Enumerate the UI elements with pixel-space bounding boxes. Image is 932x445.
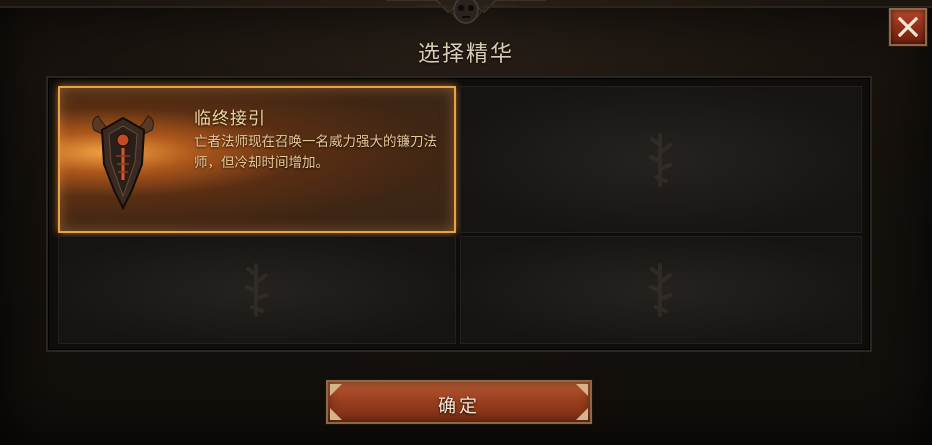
confirm-button[interactable]: 确定 (326, 380, 592, 424)
essence-description: 亡者法师现在召唤一名威力强大的镰刀法师，但冷却时间增加。 (194, 134, 437, 171)
essence-slot-empty[interactable] (58, 236, 456, 344)
essence-slot-empty[interactable] (460, 86, 862, 233)
dialog-title: 选择精华 (417, 42, 514, 67)
essence-grid: 临终接引 亡者法师现在召唤一名威力强大的镰刀法师，但冷却时间增加。 (46, 76, 872, 352)
empty-slot-rune-icon (649, 263, 672, 317)
close-button[interactable] (889, 8, 927, 46)
close-icon (898, 17, 918, 37)
skull-ornament-icon (386, 0, 546, 24)
essence-slot-empty[interactable] (460, 236, 862, 344)
essence-name: 临终接引 (194, 109, 266, 129)
empty-slot-rune-icon (649, 132, 672, 187)
confirm-button-label: 确定 (438, 396, 480, 417)
necromancer-shield-emblem-icon (92, 115, 154, 211)
essence-selection-screen: 选择精华 临终接引 亡者法师现在召唤一名威力强大的镰刀法师，但冷却时间增加。 确… (0, 0, 932, 445)
essence-slot-selected[interactable]: 临终接引 亡者法师现在召唤一名威力强大的镰刀法师，但冷却时间增加。 (58, 86, 456, 233)
empty-slot-rune-icon (245, 263, 268, 317)
